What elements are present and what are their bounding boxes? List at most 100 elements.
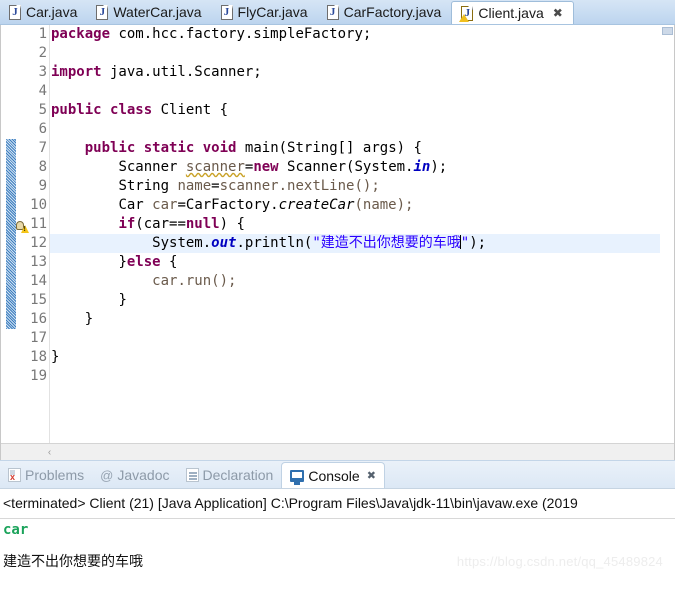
- string-quote-close: ": [460, 235, 470, 251]
- variable-car: car: [152, 197, 178, 213]
- if-condition-open: (car==: [135, 216, 186, 232]
- keyword-void: void: [202, 140, 237, 156]
- close-icon[interactable]: ✖: [553, 7, 563, 19]
- line-number: 18: [30, 349, 47, 365]
- println-open: .println(: [236, 235, 313, 251]
- java-file-icon: [9, 4, 21, 20]
- line-number: 17: [30, 330, 47, 346]
- field-system-in: in: [413, 159, 431, 175]
- code-editor[interactable]: 1 2 3 4 5 6 7 8 9 10 11 12 13 14 15 16 1…: [0, 25, 675, 460]
- editor-tab-label: Car.java: [26, 4, 78, 20]
- eclipse-ide-window: Car.java WaterCar.java FlyCar.java CarFa…: [0, 0, 675, 591]
- type-string: String: [118, 178, 178, 194]
- console-header-separator: [0, 518, 675, 519]
- string-literal-message: 建造不出你想要的车哦: [320, 235, 461, 251]
- editor-tab-bar: Car.java WaterCar.java FlyCar.java CarFa…: [0, 0, 675, 25]
- watermark: https://blog.csdn.net/qq_45489824: [456, 554, 663, 569]
- editor-horizontal-scrollbar[interactable]: ‹: [1, 443, 674, 460]
- create-args: (name);: [354, 197, 414, 213]
- tab-console[interactable]: Console ✖: [281, 462, 385, 488]
- problems-icon: [8, 468, 21, 482]
- tab-label: Console: [308, 467, 360, 484]
- if-condition-close: ) {: [219, 216, 245, 232]
- brace-close: }: [51, 349, 60, 365]
- code-text-area[interactable]: package com.hcc.factory.simpleFactory; i…: [50, 25, 674, 460]
- console-icon: [290, 469, 305, 485]
- line-number: 12: [30, 235, 47, 251]
- line-number: 5: [38, 102, 47, 118]
- scroll-left-arrow-icon[interactable]: ‹: [41, 447, 58, 458]
- line-number: 9: [38, 178, 47, 194]
- line-number: 8: [38, 159, 47, 175]
- line-number-gutter: 1 2 3 4 5 6 7 8 9 10 11 12 13 14 15 16 1…: [17, 25, 47, 460]
- editor-tab-watercar-java[interactable]: WaterCar.java: [87, 0, 211, 24]
- tab-javadoc[interactable]: @ Javadoc: [92, 462, 177, 488]
- change-marker-bar: [6, 25, 16, 460]
- line-number: 11: [30, 216, 47, 232]
- code-line-8: Scanner scanner=new Scanner(System.in);: [50, 158, 674, 177]
- code-line-5: public class Client {: [50, 101, 674, 120]
- java-file-icon: [326, 4, 339, 20]
- type-scanner: Scanner: [118, 159, 186, 175]
- editor-tab-car-java[interactable]: Car.java: [0, 0, 87, 24]
- brace-close: }: [118, 292, 127, 308]
- close-icon[interactable]: ✖: [367, 469, 376, 482]
- console-panel[interactable]: <terminated> Client (21) [Java Applicati…: [0, 488, 675, 591]
- variable-scanner: scanner: [185, 159, 245, 175]
- scanner-constructor: Scanner(System.: [278, 159, 414, 175]
- code-line-16: }: [50, 310, 674, 329]
- tab-problems[interactable]: Problems: [0, 462, 92, 488]
- overview-ruler[interactable]: [660, 25, 674, 460]
- code-line-11: if(car==null) {: [50, 215, 674, 234]
- warning-badge-icon: [459, 13, 470, 22]
- code-line-13: }else {: [50, 253, 674, 272]
- keyword-package: package: [51, 26, 111, 42]
- keyword-null: null: [185, 216, 220, 232]
- line-number: 6: [38, 121, 47, 137]
- editor-tab-flycar-java[interactable]: FlyCar.java: [212, 0, 318, 24]
- bottom-view-tab-bar: Problems @ Javadoc Declaration Console ✖: [0, 460, 675, 488]
- code-line-1: package com.hcc.factory.simpleFactory;: [50, 25, 674, 44]
- field-system-out: out: [211, 235, 237, 251]
- tab-label: Javadoc: [117, 467, 170, 483]
- keyword-if: if: [118, 216, 136, 232]
- code-line-9: String name=scanner.nextLine();: [50, 177, 674, 196]
- brace-close: }: [84, 311, 94, 327]
- code-line-3: import java.util.Scanner;: [50, 63, 674, 82]
- import-name: java.util.Scanner;: [101, 64, 262, 80]
- car-run-call: car.run();: [152, 273, 237, 289]
- keyword-new: new: [253, 159, 279, 175]
- line-number: 19: [30, 368, 47, 384]
- tab-label: Declaration: [202, 467, 274, 483]
- editor-tab-client-java[interactable]: Client.java ✖: [451, 1, 574, 24]
- line-number: 10: [30, 197, 47, 213]
- println-close: );: [469, 235, 487, 251]
- sysout-prefix: System.: [152, 235, 212, 251]
- line-number: 4: [38, 83, 47, 99]
- else-open-brace: {: [160, 254, 178, 270]
- declaration-icon: [185, 468, 199, 482]
- overview-top-marker: [662, 27, 673, 35]
- code-line-15: }: [50, 291, 674, 310]
- keyword-public: public: [51, 102, 102, 118]
- line-number: 2: [38, 45, 47, 61]
- tab-declaration[interactable]: Declaration: [178, 462, 282, 488]
- editor-tab-label: WaterCar.java: [113, 4, 202, 20]
- editor-tab-carfactory-java[interactable]: CarFactory.java: [318, 0, 452, 24]
- console-input-echo: car: [3, 522, 29, 538]
